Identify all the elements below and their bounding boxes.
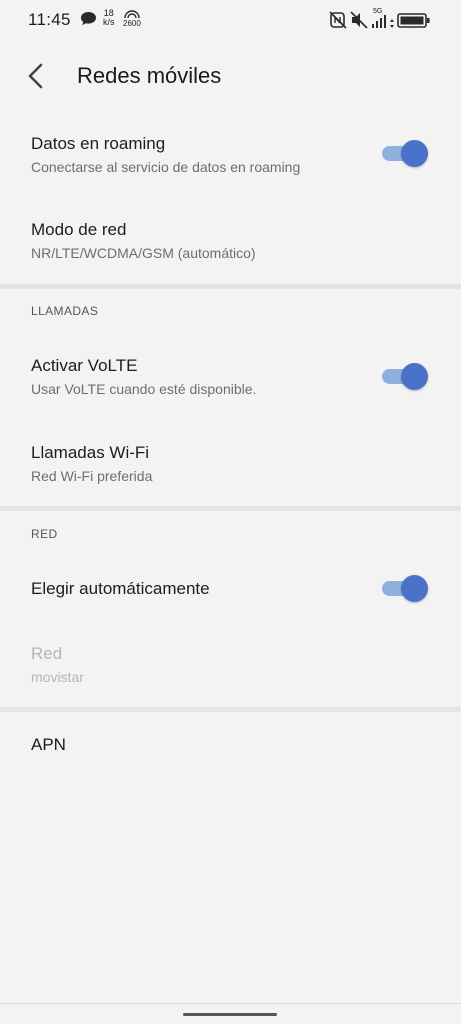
auto-select-setting[interactable]: Elegir automáticamente (0, 562, 461, 618)
network-speed: 18 k/s (103, 9, 115, 27)
network-mode-subtitle: NR/LTE/WCDMA/GSM (automático) (31, 245, 256, 261)
battery-icon (397, 13, 430, 28)
network-speed-unit: k/s (103, 17, 115, 27)
toggle-thumb (401, 575, 428, 602)
data-arrows-icon (390, 19, 394, 28)
section-divider (0, 506, 461, 511)
volte-title: Activar VoLTE (31, 356, 138, 375)
roaming-setting[interactable]: Datos en roaming Conectarse al servicio … (0, 118, 461, 200)
network-mode-title: Modo de red (31, 220, 127, 239)
toggle-thumb (401, 363, 428, 390)
app-bar: Redes móviles (0, 40, 461, 112)
toggle-thumb (401, 140, 428, 167)
roaming-title: Datos en roaming (31, 134, 166, 153)
status-icons-right: 5G (329, 8, 439, 30)
chat-bubble-icon (81, 12, 96, 26)
volte-toggle[interactable] (381, 362, 429, 390)
page-title: Redes móviles (77, 63, 222, 88)
section-divider (0, 284, 461, 289)
nfc-off-icon (329, 11, 347, 29)
volte-setting[interactable]: Activar VoLTE Usar VoLTE cuando esté dis… (0, 340, 461, 422)
auto-select-toggle[interactable] (381, 574, 429, 602)
signal-icon (372, 15, 386, 28)
back-button[interactable] (18, 58, 54, 94)
volte-subtitle: Usar VoLTE cuando esté disponible. (31, 381, 257, 397)
network-operator-subtitle: movistar (31, 669, 84, 685)
status-bar: 11:45 18 k/s 2600 5G (0, 0, 461, 40)
home-indicator[interactable] (183, 1013, 277, 1016)
network-operator-setting: Red movistar (0, 628, 461, 706)
roaming-subtitle: Conectarse al servicio de datos en roami… (31, 159, 301, 175)
section-divider (0, 707, 461, 712)
nfc-status: 2600 (122, 9, 142, 29)
screen: 11:45 18 k/s 2600 5G Redes móviles Datos… (0, 0, 461, 1024)
section-header-calls: LLAMADAS (31, 304, 99, 318)
apn-title: APN (31, 735, 66, 754)
status-time: 11:45 (28, 10, 71, 29)
wifi-calling-subtitle: Red Wi-Fi preferida (31, 468, 153, 484)
wireless-icon (124, 10, 140, 19)
nav-bar-divider (0, 1003, 461, 1004)
section-header-network: RED (31, 527, 58, 541)
auto-select-title: Elegir automáticamente (31, 579, 210, 598)
wifi-calling-setting[interactable]: Llamadas Wi-Fi Red Wi-Fi preferida (0, 427, 461, 505)
back-arrow-icon (28, 63, 43, 89)
apn-setting[interactable]: APN (0, 720, 461, 772)
network-operator-title: Red (31, 644, 63, 663)
mute-icon (350, 11, 368, 29)
wifi-calling-title: Llamadas Wi-Fi (31, 443, 150, 462)
network-mode-setting[interactable]: Modo de red NR/LTE/WCDMA/GSM (automático… (0, 204, 461, 282)
nfc-label: 2600 (123, 19, 141, 28)
roaming-toggle[interactable] (381, 139, 429, 167)
